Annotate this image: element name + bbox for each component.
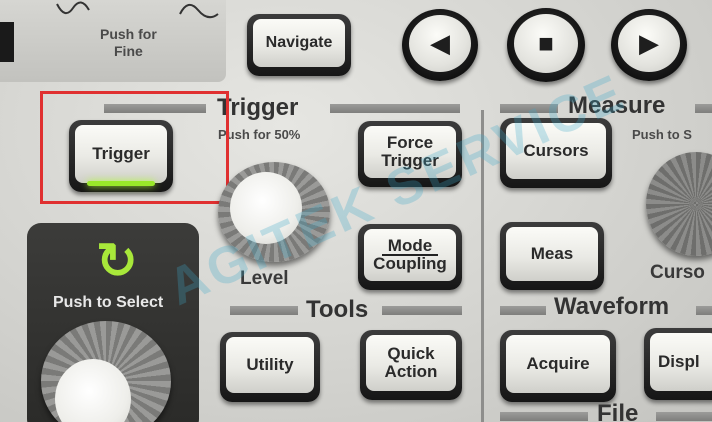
nav-previous-button[interactable]: ◀ bbox=[402, 9, 478, 81]
utility-label: Utility bbox=[226, 337, 314, 393]
file-section-bar-left bbox=[500, 412, 588, 421]
quick-action-label: Quick Action bbox=[366, 335, 456, 391]
waveform-section-title: Waveform bbox=[554, 293, 670, 320]
select-knob[interactable] bbox=[41, 321, 171, 422]
measure-push-hint: Push to S bbox=[632, 127, 692, 142]
previous-icon: ◀ bbox=[409, 15, 471, 72]
utility-button[interactable]: Utility bbox=[220, 332, 320, 402]
tools-section-bar-right bbox=[382, 306, 462, 315]
quick-action-button[interactable]: Quick Action bbox=[360, 330, 462, 400]
select-icon: ↻ bbox=[96, 233, 138, 289]
tools-section-bar-left bbox=[230, 306, 298, 315]
fine-knob-area: Push for Fine bbox=[0, 0, 226, 82]
cursor-knob-label: Curso bbox=[650, 262, 705, 283]
display-button[interactable]: Displ bbox=[644, 328, 712, 400]
cursor-knob[interactable] bbox=[646, 152, 712, 256]
wave-icon-right bbox=[179, 3, 219, 19]
navigate-label: Navigate bbox=[253, 19, 345, 67]
stop-icon: ■ bbox=[514, 14, 578, 73]
acquire-button[interactable]: Acquire bbox=[500, 330, 616, 402]
acquire-label: Acquire bbox=[506, 335, 610, 393]
push-for-fine-label: Push for Fine bbox=[100, 26, 157, 59]
left-edge-dark bbox=[0, 22, 14, 62]
select-knob-top bbox=[55, 359, 131, 422]
mode-coupling-button[interactable]: Mode Coupling bbox=[358, 224, 462, 290]
navigate-button[interactable]: Navigate bbox=[247, 14, 351, 76]
next-icon: ▶ bbox=[618, 15, 680, 72]
meas-label: Meas bbox=[506, 227, 598, 281]
waveform-section-bar-right bbox=[696, 306, 712, 315]
trigger-push-hint: Push for 50% bbox=[218, 127, 301, 142]
tools-section-title: Tools bbox=[306, 296, 369, 323]
nav-stop-button[interactable]: ■ bbox=[507, 8, 585, 82]
waveform-section-bar-left bbox=[500, 306, 546, 315]
oscilloscope-front-panel: Push for Fine Navigate ◀ ■ ▶ Trigger Pus… bbox=[0, 0, 712, 422]
push-to-select-label: Push to Select bbox=[53, 294, 164, 311]
file-section-bar-right bbox=[656, 412, 712, 421]
trigger-section-bar-right bbox=[330, 104, 460, 113]
wave-icon-left bbox=[56, 1, 90, 15]
trigger-section-title: Trigger bbox=[217, 94, 299, 121]
display-label: Displ bbox=[650, 333, 712, 391]
file-section-title: File bbox=[597, 400, 639, 422]
nav-next-button[interactable]: ▶ bbox=[611, 9, 687, 81]
highlight-box bbox=[40, 91, 229, 204]
meas-button[interactable]: Meas bbox=[500, 222, 604, 290]
push-to-select-panel: ↻ Push to Select bbox=[27, 223, 199, 422]
measure-section-bar-right bbox=[695, 104, 712, 113]
mode-coupling-divider bbox=[382, 254, 438, 256]
